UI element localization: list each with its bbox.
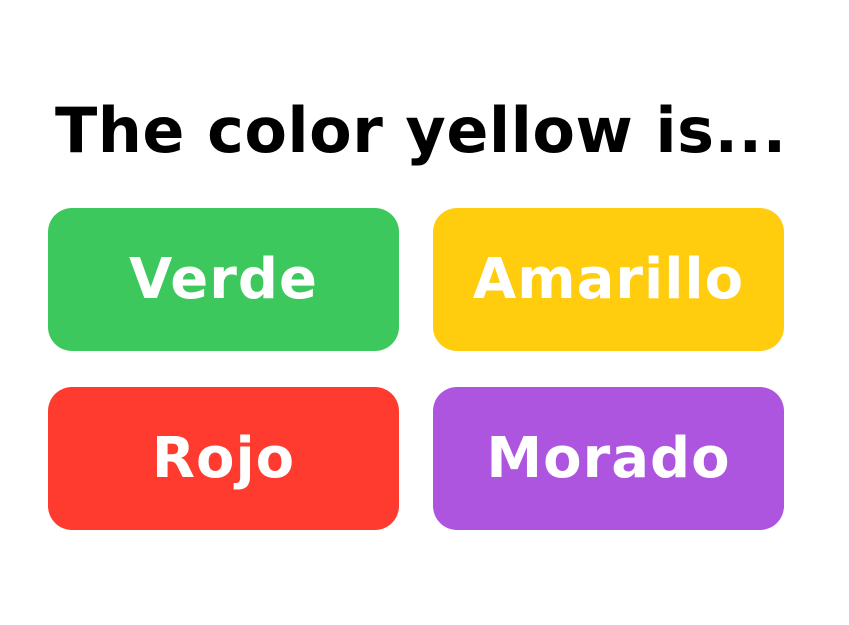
answer-label: Amarillo	[472, 247, 745, 312]
answer-button-rojo[interactable]: Rojo	[48, 387, 399, 530]
question-text: The color yellow is...	[55, 94, 787, 167]
answer-label: Rojo	[151, 426, 296, 491]
answer-button-morado[interactable]: Morado	[433, 387, 784, 530]
answer-button-amarillo[interactable]: Amarillo	[433, 208, 784, 351]
answer-label: Verde	[129, 247, 318, 312]
answer-label: Morado	[486, 426, 731, 491]
answer-button-verde[interactable]: Verde	[48, 208, 399, 351]
